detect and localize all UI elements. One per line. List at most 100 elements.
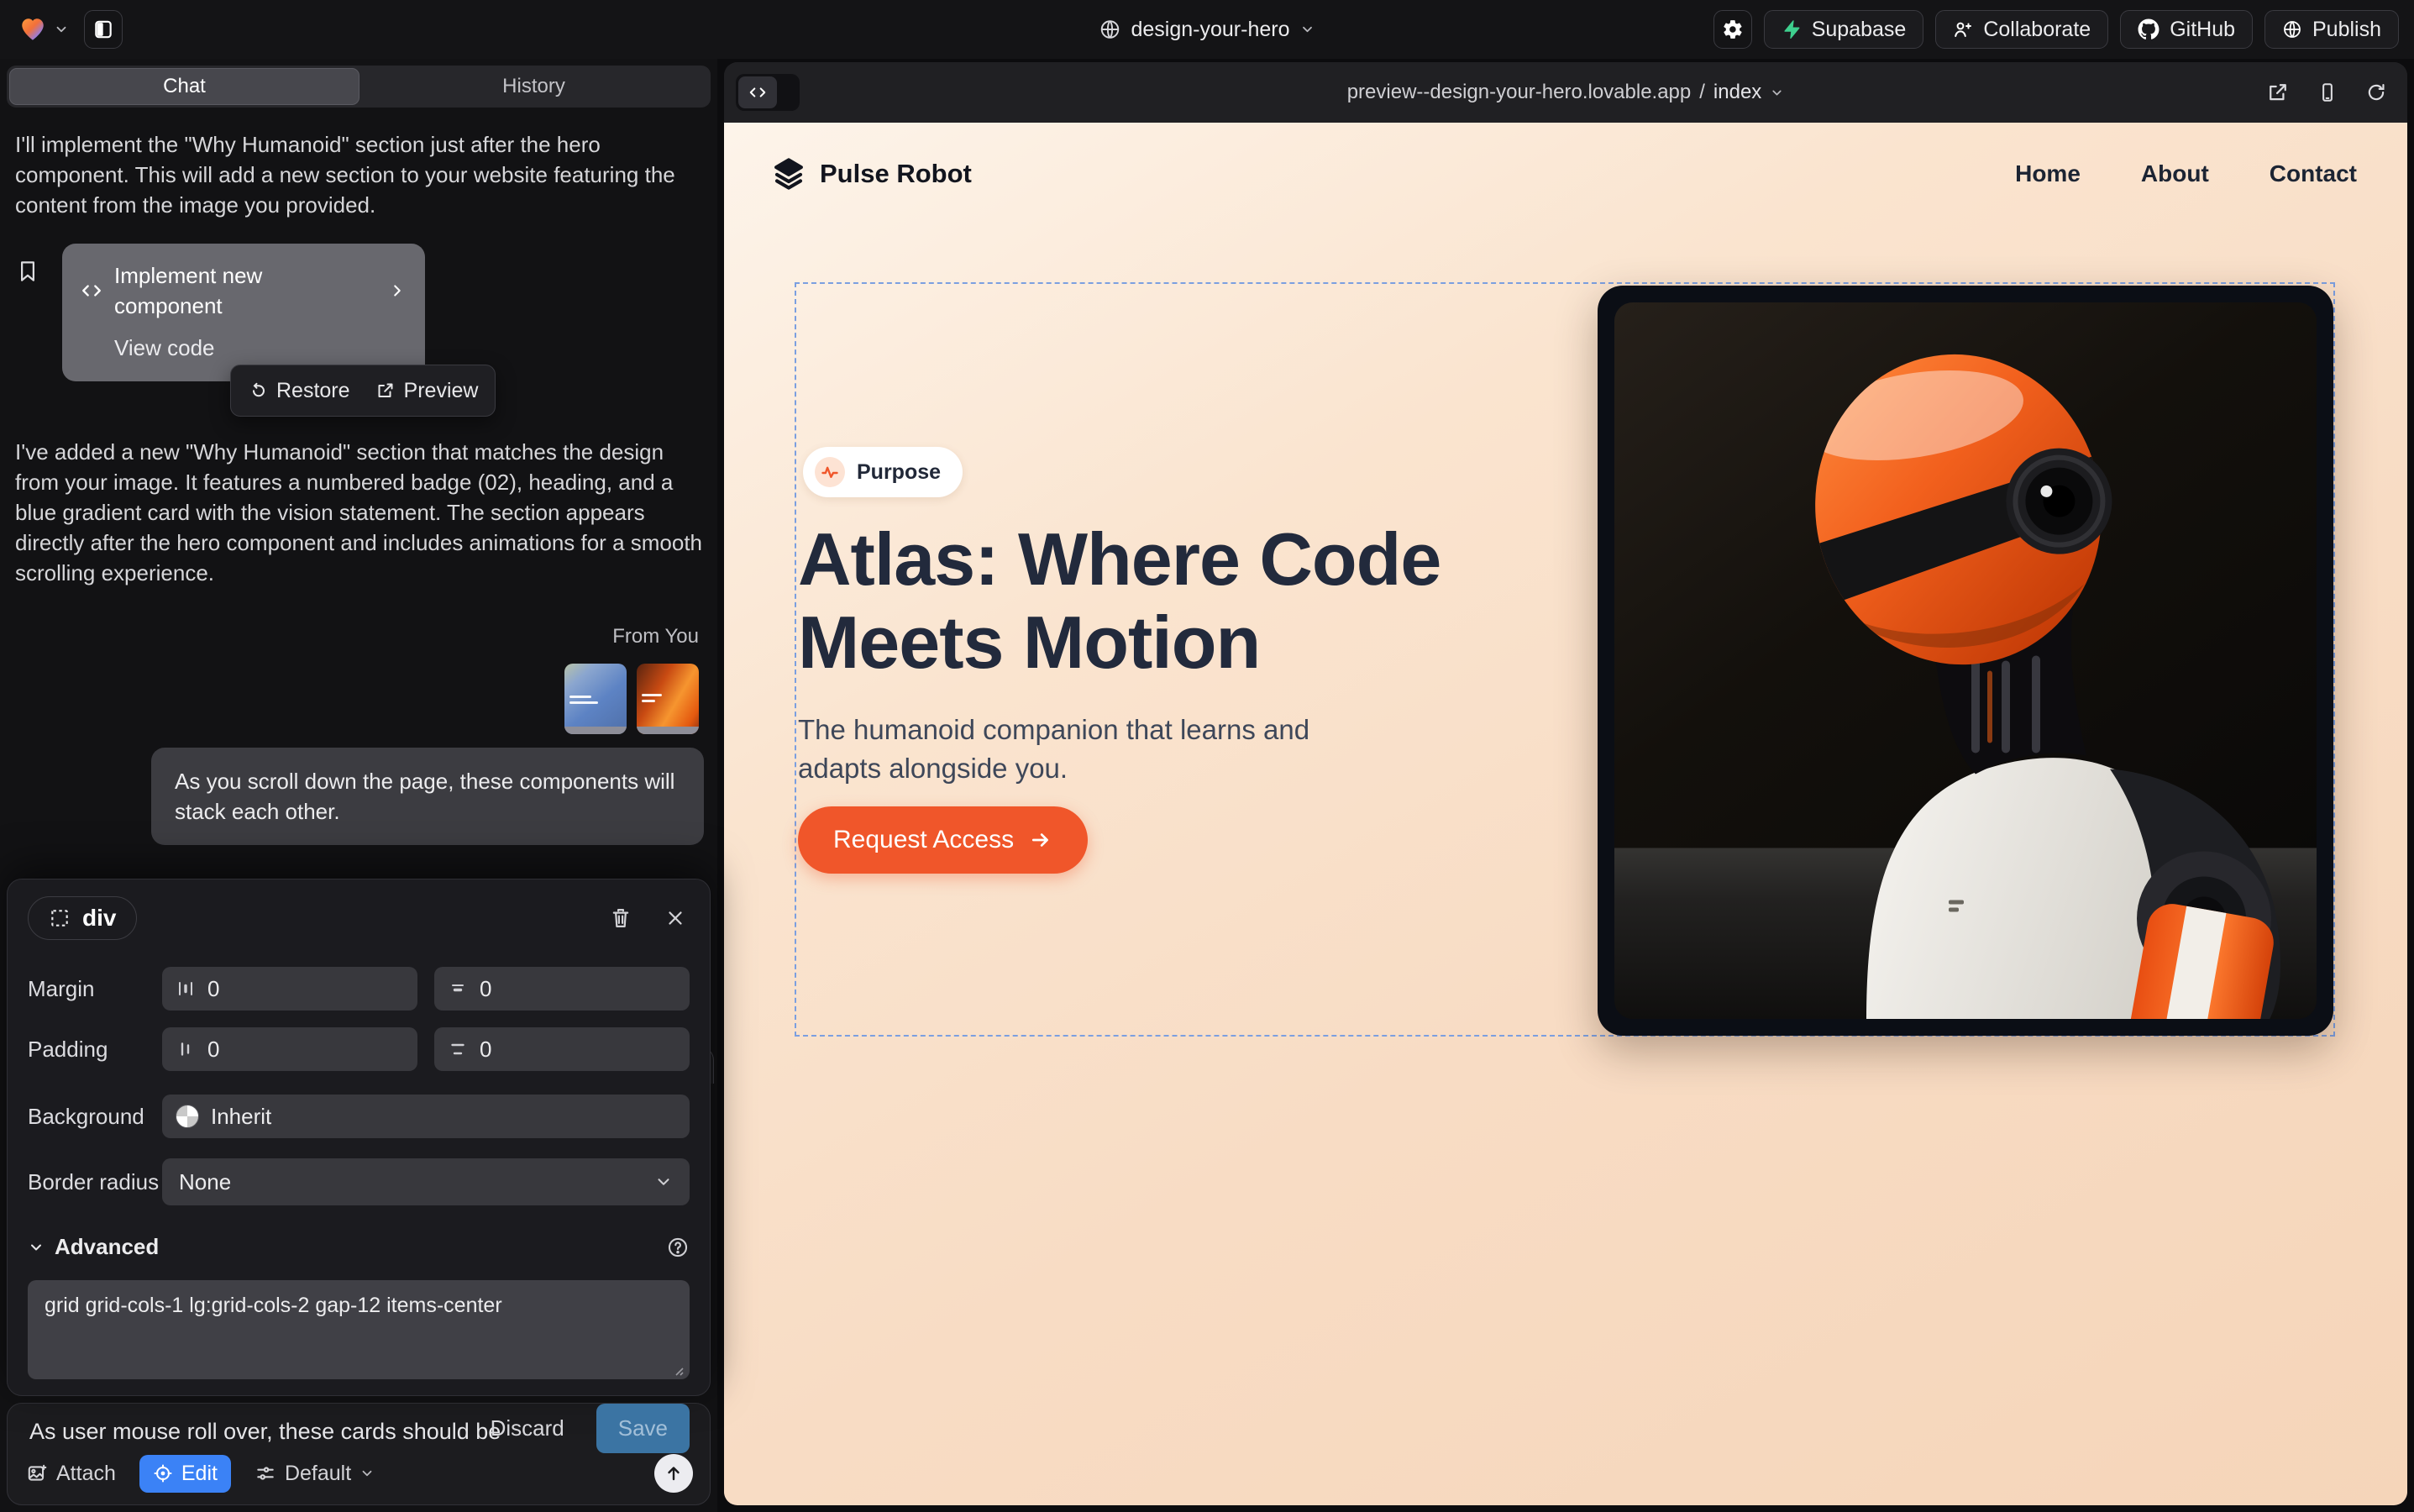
margin-y-value: 0 xyxy=(480,976,491,1002)
code-view-toggle[interactable] xyxy=(736,74,800,111)
border-radius-select[interactable]: None xyxy=(162,1158,690,1205)
project-switcher[interactable]: design-your-hero xyxy=(1099,0,1315,59)
margin-label: Margin xyxy=(28,976,162,1002)
chevron-down-icon xyxy=(54,22,69,37)
tab-chat[interactable]: Chat xyxy=(9,68,359,105)
site-nav: Home About Contact xyxy=(2015,160,2360,187)
lovable-heart-icon xyxy=(18,15,47,44)
supabase-button[interactable]: Supabase xyxy=(1764,10,1924,49)
publish-button[interactable]: Publish xyxy=(2264,10,2399,49)
advanced-section-toggle[interactable]: Advanced xyxy=(55,1234,159,1260)
tab-history[interactable]: History xyxy=(359,68,708,105)
view-code-link[interactable]: View code xyxy=(114,333,407,363)
padding-label: Padding xyxy=(28,1037,162,1063)
preview-button[interactable]: Preview xyxy=(375,375,479,406)
implement-component-card[interactable]: Implement new component View code Restor… xyxy=(62,244,425,381)
open-in-new-tab-button[interactable] xyxy=(2266,81,2290,104)
padding-x-icon xyxy=(176,1039,196,1059)
attach-image-icon xyxy=(26,1462,48,1484)
sliders-icon xyxy=(255,1462,276,1484)
padding-y-input[interactable]: 0 xyxy=(434,1027,690,1071)
from-you-block: From You xyxy=(15,622,704,734)
dashed-square-icon xyxy=(49,907,71,929)
chat-panel: Chat History I'll implement the "Why Hum… xyxy=(0,59,717,1512)
target-icon xyxy=(153,1463,173,1483)
save-button[interactable]: Save xyxy=(596,1404,690,1453)
attach-button[interactable]: Attach xyxy=(26,1462,116,1486)
version-hover-actions: Restore Preview xyxy=(230,365,496,417)
nav-link-about[interactable]: About xyxy=(2141,160,2209,187)
refresh-button[interactable] xyxy=(2365,81,2387,103)
element-inspector-panel: div Margin 0 xyxy=(7,879,711,1396)
nav-link-home[interactable]: Home xyxy=(2015,160,2081,187)
padding-x-input[interactable]: 0 xyxy=(162,1027,417,1071)
toggle-sidebar-button[interactable] xyxy=(84,10,123,49)
restore-label: Restore xyxy=(276,375,350,406)
attach-label: Attach xyxy=(56,1462,116,1486)
selected-element-pill[interactable]: div xyxy=(28,896,137,940)
margin-y-input[interactable]: 0 xyxy=(434,967,690,1011)
margin-x-input[interactable]: 0 xyxy=(162,967,417,1011)
arrow-up-icon xyxy=(664,1463,684,1483)
model-mode-select[interactable]: Default xyxy=(255,1462,375,1486)
padding-y-value: 0 xyxy=(480,1037,491,1063)
url-separator: / xyxy=(1699,81,1705,104)
chevron-down-icon xyxy=(1300,22,1315,37)
hero-heading-line2: Meets Motion xyxy=(798,601,1260,684)
restore-button[interactable]: Restore xyxy=(248,375,350,406)
chevron-right-icon xyxy=(388,281,407,300)
mobile-view-button[interactable] xyxy=(2317,81,2338,103)
attachment-thumbnail-orange[interactable] xyxy=(637,664,699,734)
edit-mode-button[interactable]: Edit xyxy=(139,1455,231,1493)
supabase-bolt-icon xyxy=(1782,19,1802,39)
background-input[interactable]: Inherit xyxy=(162,1095,690,1138)
restore-icon xyxy=(248,381,268,401)
tailwind-classes-textarea[interactable]: grid grid-cols-1 lg:grid-cols-2 gap-12 i… xyxy=(28,1280,690,1379)
globe-icon xyxy=(1099,18,1121,40)
site-logo[interactable]: Pulse Robot xyxy=(771,156,972,192)
border-radius-label: Border radius xyxy=(28,1169,162,1195)
component-card-title: Implement new component xyxy=(114,260,376,321)
attachment-thumbnail-blue[interactable] xyxy=(564,664,627,734)
hero-section-selected[interactable]: Purpose Atlas: Where Code Meets Motion T… xyxy=(795,282,2335,1037)
github-button[interactable]: GitHub xyxy=(2120,10,2253,49)
cta-label: Request Access xyxy=(833,826,1014,854)
preview-url-bar[interactable]: preview--design-your-hero.lovable.app / … xyxy=(1347,81,1785,104)
settings-button[interactable] xyxy=(1713,10,1752,49)
assistant-message: I'll implement the "Why Humanoid" sectio… xyxy=(15,129,704,220)
globe-icon xyxy=(2282,19,2302,39)
external-link-icon xyxy=(375,381,396,401)
lovable-logo-menu[interactable] xyxy=(15,12,72,47)
site-header: Pulse Robot Home About Contact xyxy=(724,123,2407,225)
publish-label: Publish xyxy=(2312,18,2381,42)
hero-robot-card xyxy=(1598,286,2333,1036)
hero-heading-line1: Atlas: Where Code xyxy=(798,517,1441,601)
mode-label: Default xyxy=(285,1462,351,1486)
margin-y-icon xyxy=(448,979,468,999)
edit-label: Edit xyxy=(181,1462,218,1486)
layers-icon xyxy=(771,156,806,192)
hero-heading: Atlas: Where Code Meets Motion xyxy=(798,517,1441,684)
nav-link-contact[interactable]: Contact xyxy=(2270,160,2357,187)
request-access-button[interactable]: Request Access xyxy=(798,806,1088,874)
assistant-message: I've added a new "Why Humanoid" section … xyxy=(15,437,704,588)
collaborate-button[interactable]: Collaborate xyxy=(1935,10,2108,49)
hero-subtitle: The humanoid companion that learns and a… xyxy=(798,711,1369,788)
arrow-right-icon xyxy=(1029,828,1052,852)
bookmark-icon[interactable] xyxy=(15,257,40,286)
badge-label: Purpose xyxy=(857,460,941,485)
robot-image xyxy=(1614,302,2317,1019)
background-label: Background xyxy=(28,1104,162,1130)
delete-element-button[interactable] xyxy=(606,903,636,933)
panel-left-icon xyxy=(92,18,114,40)
code-icon xyxy=(81,280,102,302)
preview-page: index xyxy=(1713,81,1761,104)
close-inspector-button[interactable] xyxy=(661,904,690,932)
project-name: design-your-hero xyxy=(1131,18,1290,42)
help-icon[interactable] xyxy=(666,1236,690,1259)
chevron-down-icon xyxy=(359,1466,375,1481)
discard-button[interactable]: Discard xyxy=(491,1415,564,1441)
chevron-down-icon xyxy=(28,1239,45,1256)
supabase-label: Supabase xyxy=(1812,18,1907,42)
send-button[interactable] xyxy=(654,1454,693,1493)
